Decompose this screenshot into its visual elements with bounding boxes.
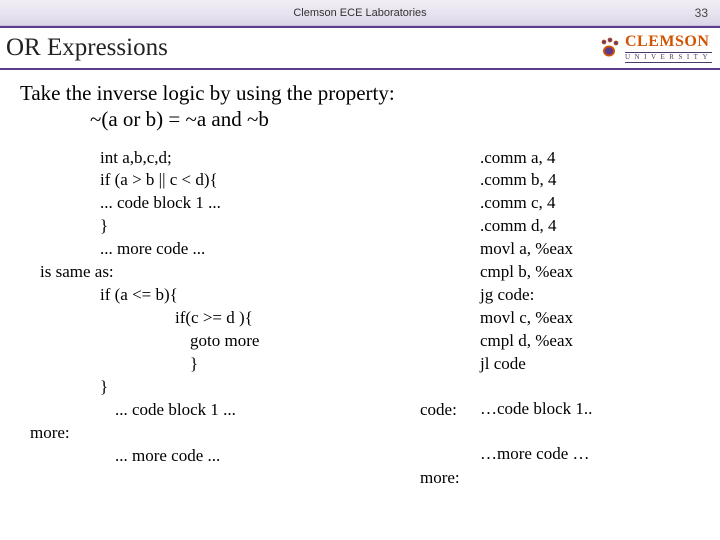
c-line: ... code block 1 ...: [20, 192, 420, 215]
title-bar: OR Expressions CLEMSON UNIVERSITY: [0, 26, 720, 70]
page-number: 33: [695, 6, 708, 20]
logo-sub: UNIVERSITY: [625, 52, 712, 63]
c-line: if(c >= d ){: [20, 307, 420, 330]
asm-line: .comm d, 4: [480, 215, 720, 238]
logo-text: CLEMSON UNIVERSITY: [625, 34, 712, 63]
c-line: if (a <= b){: [20, 284, 420, 307]
content-area: Take the inverse logic by using the prop…: [0, 70, 720, 468]
c-line: if (a > b || c < d){: [20, 169, 420, 192]
c-line: }: [20, 353, 420, 376]
c-line: ... code block 1 ...: [20, 399, 420, 422]
c-line: int a,b,c,d;: [20, 147, 420, 170]
asm-line: cmpl d, %eax: [480, 330, 720, 353]
more-label: more:: [20, 422, 420, 445]
asm-line: movl c, %eax: [480, 307, 720, 330]
asm-labels: code: more:: [420, 147, 480, 468]
clemson-logo: CLEMSON UNIVERSITY: [597, 34, 712, 63]
header-bar: Clemson ECE Laboratories: [0, 0, 720, 26]
same-as: is same as:: [20, 261, 420, 284]
intro-line1: Take the inverse logic by using the prop…: [20, 80, 720, 106]
c-line: ... more code ...: [20, 445, 420, 468]
paw-icon: [597, 36, 621, 60]
asm-lines: .comm a, 4 .comm b, 4 .comm c, 4 .comm d…: [480, 147, 720, 468]
code-columns: int a,b,c,d; if (a > b || c < d){ ... co…: [20, 147, 720, 468]
asm-line: movl a, %eax: [480, 238, 720, 261]
asm-line: …code block 1..: [480, 398, 720, 421]
asm-line: .comm b, 4: [480, 169, 720, 192]
c-line: ... more code ...: [20, 238, 420, 261]
asm-label-more: more:: [420, 467, 460, 490]
c-line: }: [20, 376, 420, 399]
c-line: goto more: [20, 330, 420, 353]
intro-line2: ~(a or b) = ~a and ~b: [20, 106, 720, 132]
asm-label-code: code:: [420, 399, 457, 422]
asm-line: jg code:: [480, 284, 720, 307]
logo-main: CLEMSON: [625, 34, 712, 50]
asm-line: .comm c, 4: [480, 192, 720, 215]
asm-line: …more code …: [480, 443, 720, 466]
c-line: }: [20, 215, 420, 238]
slide-title: OR Expressions: [6, 34, 168, 62]
lab-name: Clemson ECE Laboratories: [293, 7, 426, 19]
asm-line: .comm a, 4: [480, 147, 720, 170]
asm-column: code: more: .comm a, 4 .comm b, 4 .comm …: [420, 147, 720, 468]
asm-line: jl code: [480, 353, 720, 376]
asm-line: cmpl b, %eax: [480, 261, 720, 284]
c-code-column: int a,b,c,d; if (a > b || c < d){ ... co…: [20, 147, 420, 468]
